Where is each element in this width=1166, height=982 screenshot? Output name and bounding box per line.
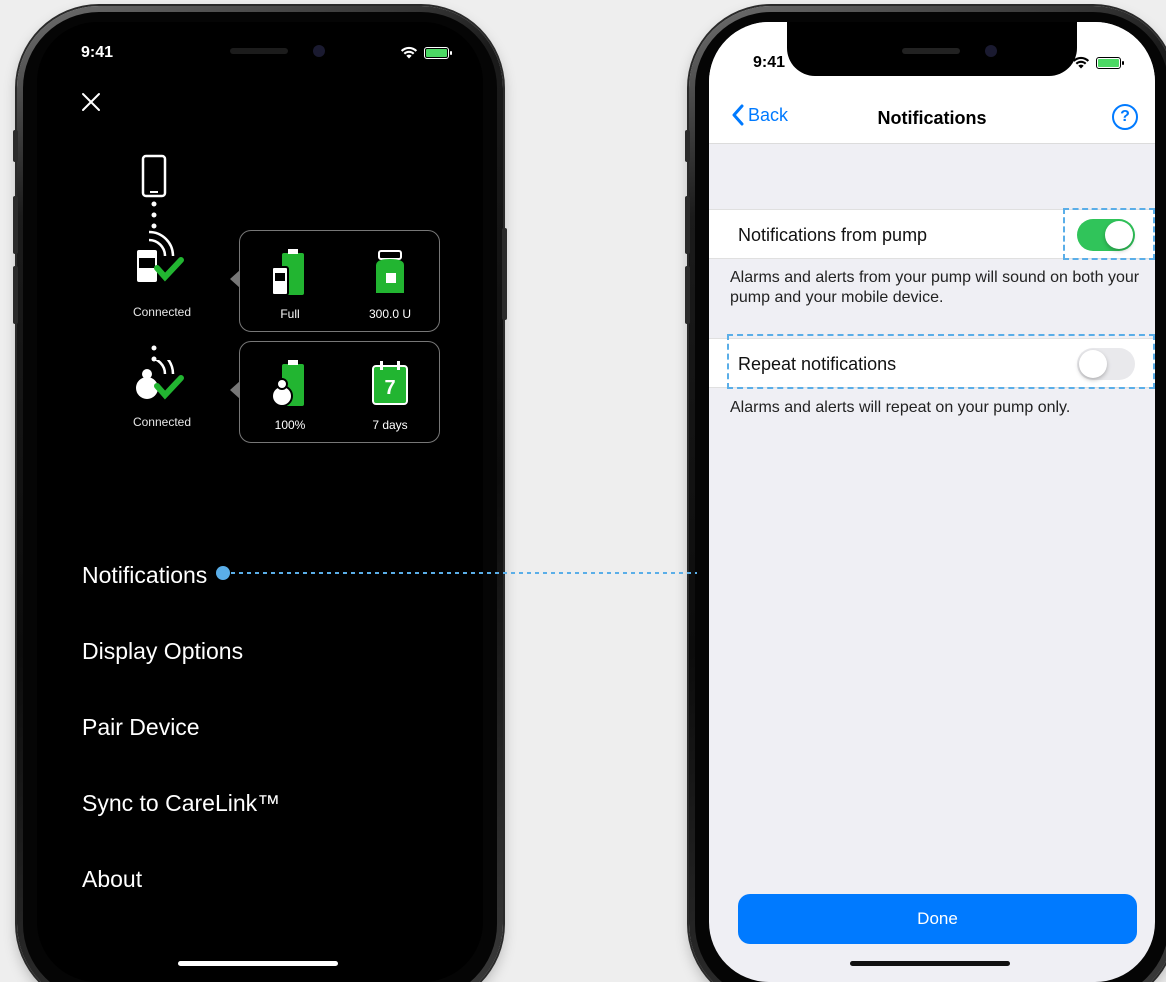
sensor-battery-item: 100% [240, 342, 340, 442]
battery-status-icon [424, 46, 452, 59]
setting-label: Notifications from pump [738, 225, 928, 245]
link-dots-icon [151, 201, 157, 229]
annotation-highlight [1063, 208, 1155, 260]
pump-battery-label: Full [280, 307, 300, 321]
left-phone-frame: 9:41 Connected Full 300.0 U Connected 10… [13, 6, 507, 982]
sensor-battery-label: 100% [274, 418, 306, 432]
wifi-icon [400, 46, 418, 59]
silent-switch-right [685, 130, 690, 162]
home-indicator-right[interactable] [850, 961, 1010, 966]
status-time: 9:41 [81, 44, 114, 61]
menu-item-about[interactable]: About [82, 861, 280, 937]
device-status-panel: Connected Full 300.0 U Connected 100% 7 … [103, 152, 443, 443]
sensor-life-label: 7 days [372, 418, 408, 432]
right-phone-frame: 9:41 Back Notifications ? Notifications … [685, 6, 1166, 982]
sensor-life-item: 7 7 days [340, 342, 440, 442]
insulin-reservoir-icon [376, 250, 404, 293]
pump-reservoir-item: 300.0 U [340, 231, 440, 331]
front-camera [313, 45, 325, 57]
pump-battery-item: Full [240, 231, 340, 331]
menu-item-sync-carelink[interactable]: Sync to CareLink™ [82, 785, 280, 861]
sensor-status-card[interactable]: 100% 7 7 days [230, 341, 440, 443]
wifi-icon-right [1072, 56, 1090, 69]
pump-connected-icon [137, 230, 184, 282]
close-icon[interactable] [79, 90, 103, 114]
battery-status-icon-right [1096, 56, 1124, 69]
left-screen: 9:41 Connected Full 300.0 U Connected 10… [37, 22, 483, 982]
front-camera-right [985, 45, 997, 57]
speaker-grille-right [902, 48, 960, 54]
setting-description: Alarms and alerts from your pump will so… [730, 269, 1140, 306]
right-screen: 9:41 Back Notifications ? Notifications … [709, 22, 1155, 982]
sensor-battery-icon [271, 360, 304, 407]
battery-icon [271, 249, 304, 296]
navigation-bar: 9:41 Back Notifications ? [709, 22, 1155, 144]
menu-item-notifications[interactable]: Notifications [82, 557, 280, 633]
done-button[interactable]: Done [738, 894, 1137, 944]
menu-item-display-options[interactable]: Display Options [82, 633, 280, 709]
help-button[interactable]: ? [1112, 104, 1138, 130]
status-icons [400, 46, 452, 59]
volume-up-button [13, 196, 18, 254]
pump-connection-status: Connected [132, 305, 192, 319]
volume-down-button [13, 266, 18, 324]
pump-reservoir-label: 300.0 U [368, 307, 412, 321]
home-indicator[interactable] [178, 961, 338, 966]
calendar-badge: 7 [384, 377, 395, 399]
volume-down-button-right [685, 266, 690, 324]
annotation-connector-line [223, 572, 697, 574]
mobile-phone-icon [141, 154, 167, 198]
page-title: Notifications [877, 108, 987, 128]
power-button [502, 228, 507, 320]
menu-item-pair-device[interactable]: Pair Device [82, 709, 280, 785]
calendar-icon: 7 [372, 361, 408, 405]
sensor-connection-status: Connected [132, 415, 192, 429]
setting-description-2: Alarms and alerts will repeat on your pu… [730, 399, 1071, 416]
status-time-right: 9:41 [753, 54, 786, 71]
annotation-highlight-2 [727, 334, 1155, 389]
volume-up-button-right [685, 196, 690, 254]
status-icons-right [1072, 56, 1124, 69]
speaker-grille [230, 48, 288, 54]
silent-switch [13, 130, 18, 162]
sensor-connected-icon [136, 360, 184, 400]
settings-menu: Notifications Display Options Pair Devic… [82, 557, 280, 937]
annotation-connector-dot [216, 566, 230, 580]
pump-status-card[interactable]: Full 300.0 U [230, 230, 440, 332]
